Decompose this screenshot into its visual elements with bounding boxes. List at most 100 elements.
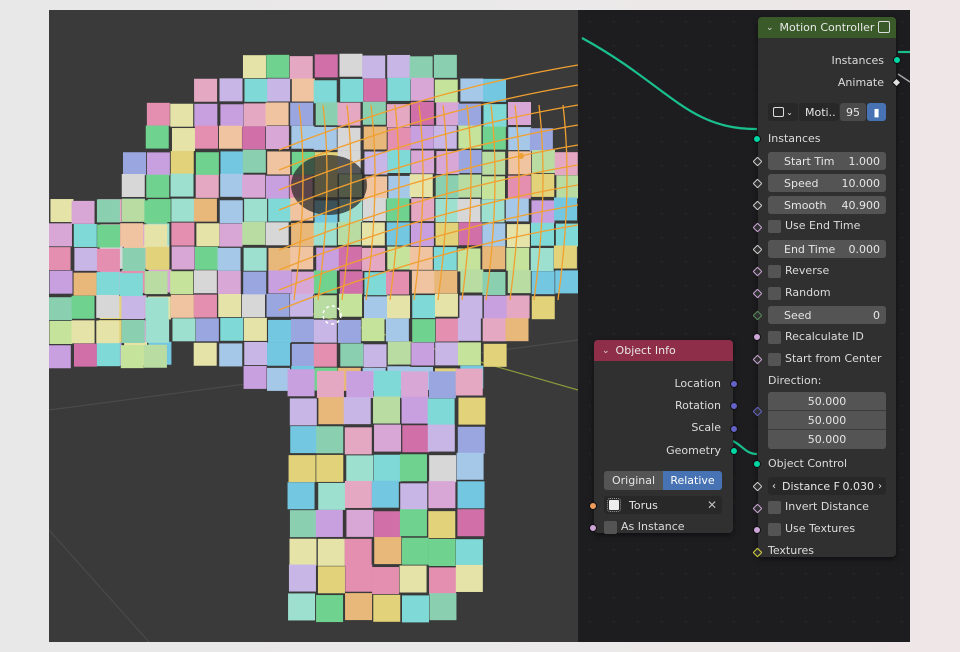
voxel-cube: [196, 223, 220, 247]
voxel-cube: [71, 200, 95, 224]
random-checkbox[interactable]: [768, 287, 781, 300]
distance-falloff-field[interactable]: ‹ Distance F 0.030 ›: [768, 477, 886, 495]
start-time-socket[interactable]: [752, 156, 763, 167]
voxel-cube: [220, 104, 244, 128]
input-instances-socket[interactable]: [753, 135, 761, 143]
textures-socket[interactable]: [752, 547, 763, 558]
datablock-name-field[interactable]: Moti..: [799, 103, 839, 121]
output-rotation-socket[interactable]: [730, 402, 738, 410]
datablock-users-count[interactable]: 95: [840, 103, 866, 121]
output-location-socket[interactable]: [730, 380, 738, 388]
smooth-socket[interactable]: [752, 200, 763, 211]
voxel-cube: [194, 246, 218, 270]
voxel-cube: [244, 78, 268, 102]
collapse-chevron-icon[interactable]: ⌄: [766, 23, 774, 33]
voxel-cube: [219, 78, 243, 102]
motion-controller-node[interactable]: ⌄ Motion Controller Instances Animate ⌄ …: [752, 17, 902, 558]
datablock-browse-button[interactable]: ⌄: [768, 103, 798, 121]
option-original[interactable]: Original: [604, 471, 663, 490]
speed-field[interactable]: Speed 10.000: [768, 174, 886, 192]
voxel-cube: [195, 152, 219, 176]
object-field[interactable]: Torus ✕: [604, 496, 722, 514]
option-relative[interactable]: Relative: [663, 471, 722, 490]
end-time-field[interactable]: End Time 0.000: [768, 240, 886, 258]
transform-space-toggle[interactable]: Original Relative: [604, 471, 722, 490]
use-end-time-checkbox[interactable]: [768, 220, 781, 233]
voxel-cube: [50, 199, 74, 223]
collapse-chevron-icon[interactable]: ⌄: [602, 346, 610, 356]
direction-y[interactable]: 50.000: [768, 411, 886, 430]
voxel-cube: [346, 371, 374, 399]
end-time-socket[interactable]: [752, 244, 763, 255]
increment-arrow-icon[interactable]: ›: [878, 481, 882, 492]
voxel-cube: [146, 246, 170, 270]
output-geometry-label: Geometry: [666, 444, 721, 457]
3d-viewport[interactable]: [49, 10, 578, 642]
motion-controller-header[interactable]: ⌄ Motion Controller: [758, 17, 896, 38]
random-socket[interactable]: [752, 288, 763, 299]
node-editor[interactable]: ⌄ Motion Controller Instances Animate ⌄ …: [578, 10, 910, 642]
speed-socket[interactable]: [752, 178, 763, 189]
start-from-center-label: Start from Center: [785, 352, 882, 365]
voxel-cube: [195, 318, 219, 342]
voxel-cube: [266, 54, 290, 78]
as-instance-checkbox[interactable]: [604, 521, 617, 534]
distance-falloff-socket[interactable]: [752, 481, 763, 492]
voxel-cube: [287, 482, 315, 510]
voxel-cube: [456, 452, 484, 480]
use-end-time-socket[interactable]: [752, 222, 763, 233]
object-info-node[interactable]: ⌄ Object Info Location Rotation Scale Ge…: [589, 340, 738, 534]
voxel-cube: [120, 223, 144, 247]
output-instances-socket[interactable]: [893, 56, 901, 64]
output-animate-socket[interactable]: [891, 77, 902, 88]
voxel-cube: [242, 294, 266, 318]
as-instance-socket[interactable]: [589, 524, 597, 532]
voxel-cube: [242, 55, 266, 79]
voxel-cube: [96, 343, 120, 367]
voxel-cube: [483, 343, 507, 367]
direction-label: Direction:: [768, 374, 822, 387]
start-time-field[interactable]: Start Tim 1.000: [768, 152, 886, 170]
voxel-cube: [291, 78, 315, 102]
voxel-cube: [290, 426, 318, 454]
input-instances-label: Instances: [768, 132, 821, 145]
voxel-cube: [508, 127, 532, 151]
seed-socket[interactable]: [752, 310, 763, 321]
use-textures-socket[interactable]: [753, 526, 761, 534]
direction-z[interactable]: 50.000: [768, 430, 886, 449]
object-input-socket[interactable]: [589, 502, 597, 510]
voxel-cube: [243, 103, 267, 127]
output-geometry-socket[interactable]: [730, 447, 738, 455]
voxel-cube: [170, 150, 194, 174]
clear-x-icon[interactable]: ✕: [707, 498, 717, 512]
object-control-socket[interactable]: [753, 460, 761, 468]
grid-line: [49, 529, 150, 642]
use-textures-checkbox[interactable]: [768, 523, 781, 536]
voxel-cube: [289, 510, 317, 538]
voxel-cube: [434, 270, 458, 294]
voxel-cube: [194, 125, 218, 149]
output-scale-socket[interactable]: [730, 425, 738, 433]
fake-user-button[interactable]: ▮: [867, 103, 886, 121]
voxel-cube: [507, 102, 531, 126]
voxel-cube: [457, 317, 481, 341]
voxel-cube: [242, 221, 266, 245]
invert-distance-socket[interactable]: [752, 503, 763, 514]
voxel-cube: [411, 342, 435, 366]
direction-x[interactable]: 50.000: [768, 392, 886, 411]
output-location-label: Location: [674, 377, 721, 390]
voxel-cube: [193, 270, 217, 294]
direction-vector-field[interactable]: 50.000 50.000 50.000: [768, 392, 886, 449]
voxel-cube: [268, 247, 292, 271]
start-from-center-socket[interactable]: [752, 354, 763, 365]
seed-field[interactable]: Seed 0: [768, 306, 886, 324]
start-from-center-checkbox[interactable]: [768, 353, 781, 366]
object-info-header[interactable]: ⌄ Object Info: [594, 340, 733, 361]
reverse-checkbox[interactable]: [768, 265, 781, 278]
recalculate-id-checkbox[interactable]: [768, 331, 781, 344]
invert-distance-checkbox[interactable]: [768, 501, 781, 514]
recalculate-id-socket[interactable]: [753, 333, 761, 341]
reverse-socket[interactable]: [752, 266, 763, 277]
smooth-field[interactable]: Smooth 40.900: [768, 196, 886, 214]
direction-socket[interactable]: [752, 406, 763, 417]
